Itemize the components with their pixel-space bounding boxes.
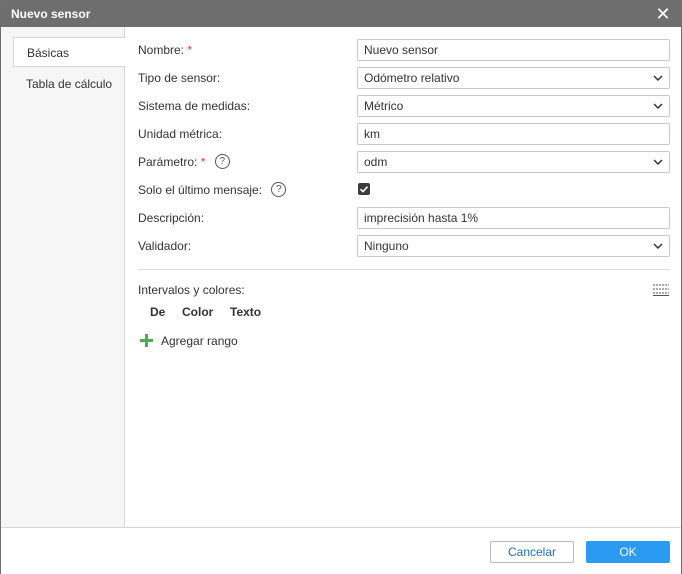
sensor-dialog: Nuevo sensor ✕ Básicas Tabla de cálculo … [0,0,682,574]
intervals-label: Intervalos y colores: [138,283,245,297]
add-range-label: Agregar rango [161,334,238,348]
column-header-texto: Texto [230,305,262,319]
dialog-title: Nuevo sensor [11,7,91,21]
chevron-down-icon [653,103,663,110]
measure-system-value: Métrico [364,99,404,113]
help-icon[interactable]: ? [271,182,287,198]
chevron-down-icon [653,243,663,250]
close-icon[interactable]: ✕ [653,4,673,24]
tabs-sidebar: Básicas Tabla de cálculo [1,27,126,527]
sensor-type-select[interactable]: Odómetro relativo [357,67,670,89]
measure-system-select[interactable]: Métrico [357,95,670,117]
description-input[interactable] [357,207,670,229]
section-divider [138,269,670,270]
parameter-select[interactable]: odm [357,151,670,173]
parameter-value: odm [364,155,388,169]
metric-unit-label: Unidad métrica: [138,127,223,141]
last-message-label: Solo el último mensaje: ? [138,180,287,200]
validator-value: Ninguno [364,239,409,253]
sensor-type-value: Odómetro relativo [364,71,460,85]
last-message-checkbox[interactable] [358,183,370,195]
description-label: Descripción: [138,211,205,225]
plus-icon [140,334,153,347]
validator-select[interactable]: Ninguno [357,235,670,257]
chevron-down-icon [653,75,663,82]
tab-tabla-de-calculo[interactable]: Tabla de cálculo [13,69,125,99]
table-grid-icon[interactable] [653,284,669,296]
metric-unit-input[interactable] [357,123,670,145]
chevron-down-icon [653,159,663,166]
cancel-button[interactable]: Cancelar [490,541,574,563]
parameter-label: Parámetro: * ? [138,152,230,172]
check-icon [359,186,369,193]
required-mark: * [187,43,193,57]
sensor-type-label: Tipo de sensor: [138,71,221,85]
tab-basicas[interactable]: Básicas [13,37,126,67]
column-header-color: Color [182,305,214,319]
name-input[interactable] [357,39,670,61]
column-header-de: De [150,305,166,319]
help-icon[interactable]: ? [214,154,230,170]
validator-label: Validador: [138,239,192,253]
name-label: Nombre: * [138,43,193,57]
ok-button[interactable]: OK [586,541,670,563]
dialog-titlebar: Nuevo sensor ✕ [1,1,681,27]
measure-system-label: Sistema de medidas: [138,99,251,113]
dialog-footer: Cancelar OK [1,527,681,574]
required-mark: * [200,155,206,169]
